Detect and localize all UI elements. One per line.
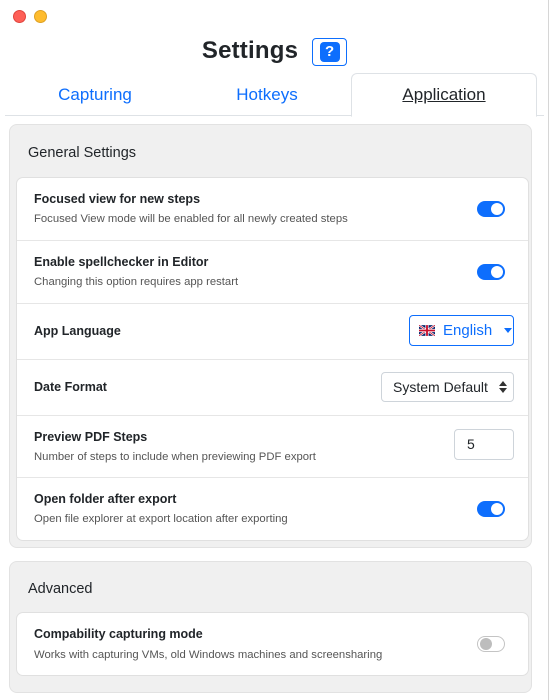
date-format-select[interactable]: System Default <box>381 372 514 402</box>
setting-preview-pdf: Preview PDF Steps Number of steps to inc… <box>17 416 528 478</box>
spellchecker-label: Enable spellchecker in Editor <box>34 255 209 269</box>
setting-app-language: App Language English <box>17 304 528 360</box>
open-folder-description: Open file explorer at export location af… <box>34 513 288 525</box>
general-settings-title: General Settings <box>28 145 137 161</box>
advanced-title: Advanced <box>28 581 93 597</box>
setting-compat-mode: Compability capturing mode Works with ca… <box>17 613 528 675</box>
settings-window: Settings ? Capturing Hotkeys Application… <box>0 0 549 700</box>
general-settings-panel: General Settings Focused view for new st… <box>9 124 532 548</box>
page-title: Settings <box>201 37 299 64</box>
compat-mode-description: Works with capturing VMs, old Windows ma… <box>34 649 383 661</box>
window-controls <box>13 10 47 23</box>
preview-pdf-label: Preview PDF Steps <box>34 430 148 444</box>
settings-tabs: Capturing Hotkeys Application <box>5 73 544 117</box>
setting-date-format: Date Format System Default <box>17 360 528 416</box>
close-window-button[interactable] <box>13 10 26 23</box>
language-dropdown[interactable]: English <box>409 315 514 346</box>
spellchecker-toggle[interactable] <box>477 264 505 280</box>
language-value: English <box>443 322 493 339</box>
uk-flag-icon <box>419 325 435 336</box>
focused-view-toggle[interactable] <box>477 201 505 217</box>
focused-view-description: Focused View mode will be enabled for al… <box>34 213 348 225</box>
setting-spellchecker: Enable spellchecker in Editor Changing t… <box>17 241 528 304</box>
focused-view-label: Focused view for new steps <box>34 192 201 206</box>
open-folder-label: Open folder after export <box>34 492 177 506</box>
tab-application[interactable]: Application <box>351 73 537 117</box>
date-format-value: System Default <box>393 379 488 395</box>
question-icon: ? <box>319 42 340 62</box>
tab-hotkeys[interactable]: Hotkeys <box>177 73 357 116</box>
select-arrows-icon <box>499 381 507 393</box>
general-settings-card: Focused view for new steps Focused View … <box>16 177 529 541</box>
setting-open-folder: Open folder after export Open file explo… <box>17 478 528 540</box>
preview-pdf-steps-input[interactable]: 5 <box>454 429 514 460</box>
date-format-label: Date Format <box>34 380 107 394</box>
header: Settings ? <box>0 36 549 66</box>
app-language-label: App Language <box>34 324 121 338</box>
setting-focused-view: Focused view for new steps Focused View … <box>17 178 528 241</box>
compat-mode-toggle[interactable] <box>477 636 505 652</box>
advanced-settings-panel: Advanced Compability capturing mode Work… <box>9 561 532 693</box>
tab-capturing[interactable]: Capturing <box>5 73 185 116</box>
open-folder-toggle[interactable] <box>477 501 505 517</box>
spellchecker-description: Changing this option requires app restar… <box>34 276 239 288</box>
preview-pdf-description: Number of steps to include when previewi… <box>34 451 316 463</box>
advanced-settings-card: Compability capturing mode Works with ca… <box>16 612 529 676</box>
help-button[interactable]: ? <box>312 38 348 66</box>
minimize-window-button[interactable] <box>34 10 47 23</box>
caret-down-icon <box>504 328 513 333</box>
compat-mode-label: Compability capturing mode <box>34 627 203 641</box>
